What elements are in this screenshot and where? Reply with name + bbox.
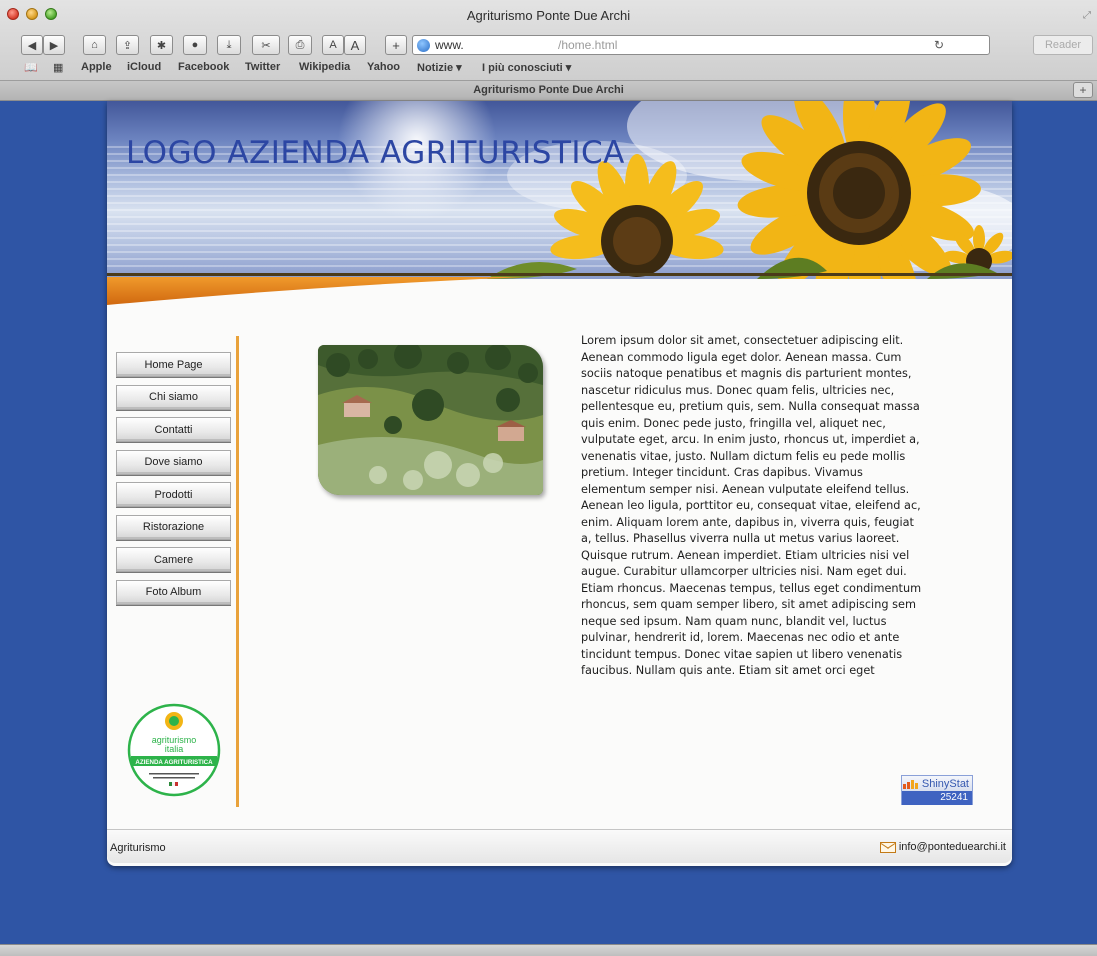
tab-active[interactable]: Agriturismo Ponte Due Archi bbox=[0, 84, 1097, 96]
fullscreen-icon[interactable]: ⤢ bbox=[1083, 10, 1091, 21]
footer-label: Agriturismo bbox=[110, 842, 166, 854]
share-button[interactable]: ⇪ bbox=[116, 35, 139, 55]
reader-button[interactable]: Reader bbox=[1033, 35, 1093, 55]
sidebar-divider bbox=[236, 336, 239, 807]
tab-bar: Agriturismo Ponte Due Archi + bbox=[0, 80, 1097, 100]
back-button[interactable]: ◀ bbox=[21, 35, 43, 55]
nav-contatti[interactable]: Contatti bbox=[116, 417, 231, 442]
reading-list-icon[interactable]: 📖 bbox=[24, 61, 38, 74]
stop-icon: ● bbox=[191, 39, 199, 51]
forward-icon: ▶ bbox=[49, 39, 59, 52]
window-title: Agriturismo Ponte Due Archi bbox=[466, 8, 631, 23]
globe-icon bbox=[417, 39, 430, 52]
bookmark-item[interactable]: iCloud bbox=[127, 61, 161, 73]
home-icon: ⌂ bbox=[91, 39, 98, 51]
snip-button[interactable]: ✂ bbox=[252, 35, 280, 55]
status-bar bbox=[0, 944, 1097, 956]
site-logo[interactable]: LOGO AZIENDA AGRITURISTICA bbox=[126, 135, 625, 171]
browser-chrome: Agriturismo Ponte Due Archi ⤢ ◀ ▶ ⌂ ⇪ ✱ … bbox=[0, 0, 1097, 101]
header-divider bbox=[107, 273, 1012, 276]
bookmark-item[interactable]: Twitter bbox=[245, 61, 280, 73]
block-button[interactable]: ● bbox=[183, 35, 207, 55]
main-navigation: Home Page Chi siamo Contatti Dove siamo … bbox=[116, 352, 231, 612]
print-button[interactable]: ⎙ bbox=[288, 35, 312, 55]
agriturismo-italia-badge[interactable]: agriturismo italia AZIENDA AGRITURISTICA bbox=[127, 703, 221, 797]
header-banner: LOGO AZIENDA AGRITURISTICA bbox=[107, 101, 1012, 279]
address-bar[interactable]: www. /home.html ↻ bbox=[412, 35, 990, 55]
page-container: LOGO AZIENDA AGRITURISTICA Home Page Chi… bbox=[107, 101, 1012, 866]
nav-foto-album[interactable]: Foto Album bbox=[116, 579, 231, 605]
badge-band: AZIENDA AGRITURISTICA bbox=[135, 759, 213, 766]
nav-chi-siamo[interactable]: Chi siamo bbox=[116, 384, 231, 410]
counter-brand-label: ShinyStat bbox=[921, 777, 969, 790]
scissors-icon: ✂ bbox=[261, 39, 271, 52]
nav-home-page[interactable]: Home Page bbox=[116, 352, 231, 377]
nav-prodotti[interactable]: Prodotti bbox=[116, 482, 231, 507]
bookmark-item[interactable]: Wikipedia bbox=[299, 61, 350, 73]
orange-swoosh bbox=[107, 277, 527, 305]
text-smaller-button[interactable]: A bbox=[322, 35, 344, 55]
add-bookmark-button[interactable]: + bbox=[385, 35, 407, 55]
bookmarks-bar: 📖 ▦ Apple iCloud Facebook Twitter Wikipe… bbox=[0, 61, 1097, 77]
share-icon: ⇪ bbox=[122, 39, 133, 52]
reload-icon[interactable]: ↻ bbox=[934, 38, 944, 52]
counter-brand: ShinyStat bbox=[902, 776, 972, 791]
bookmark-item[interactable]: Facebook bbox=[178, 61, 229, 73]
counter-value: 25241 bbox=[902, 791, 972, 805]
address-path: /home.html bbox=[558, 38, 618, 52]
footer-email[interactable]: info@ponteduearchi.it bbox=[899, 841, 1006, 853]
footer-email-link[interactable]: info@ponteduearchi.it bbox=[879, 841, 1006, 853]
nav-dove-siamo[interactable]: Dove siamo bbox=[116, 449, 231, 475]
nav-camere[interactable]: Camere bbox=[116, 547, 231, 572]
title-bar: Agriturismo Ponte Due Archi ⤢ bbox=[0, 0, 1097, 30]
printer-icon: ⎙ bbox=[295, 38, 305, 51]
bookmark-item[interactable]: Apple bbox=[81, 61, 112, 73]
intro-text: Lorem ipsum dolor sit amet, consectetuer… bbox=[581, 334, 922, 677]
bar-chart-icon bbox=[902, 779, 919, 789]
sunflowers-illustration bbox=[487, 101, 1012, 279]
bookmark-item[interactable]: Yahoo bbox=[367, 61, 400, 73]
landscape-photo bbox=[318, 345, 543, 495]
forward-button[interactable]: ▶ bbox=[43, 35, 65, 55]
top-sites-icon[interactable]: ▦ bbox=[53, 61, 63, 74]
back-icon: ◀ bbox=[27, 39, 37, 52]
shinystat-counter[interactable]: ShinyStat 25241 bbox=[901, 775, 973, 805]
new-tab-button[interactable]: + bbox=[1073, 82, 1093, 98]
envelope-icon bbox=[879, 841, 896, 853]
badge-line2: italia bbox=[165, 744, 184, 754]
download-icon: ⤓ bbox=[226, 38, 232, 51]
address-domain: www. bbox=[435, 38, 464, 52]
bookmark-menu-notizie[interactable]: Notizie ▾ bbox=[417, 61, 462, 74]
nav-ristorazione[interactable]: Ristorazione bbox=[116, 514, 231, 540]
home-button[interactable]: ⌂ bbox=[83, 35, 106, 55]
download-button[interactable]: ⤓ bbox=[217, 35, 241, 55]
page-footer: Agriturismo info@ponteduearchi.it bbox=[107, 829, 1012, 863]
bookmark-menu-top[interactable]: I più conosciuti ▾ bbox=[482, 61, 571, 74]
browser-toolbar: ◀ ▶ ⌂ ⇪ ✱ ● ⤓ ✂ ⎙ A A + www. /home.html … bbox=[0, 35, 1097, 57]
puzzle-icon: ✱ bbox=[156, 39, 167, 52]
extension-button[interactable]: ✱ bbox=[150, 35, 173, 55]
text-larger-button[interactable]: A bbox=[344, 35, 366, 55]
